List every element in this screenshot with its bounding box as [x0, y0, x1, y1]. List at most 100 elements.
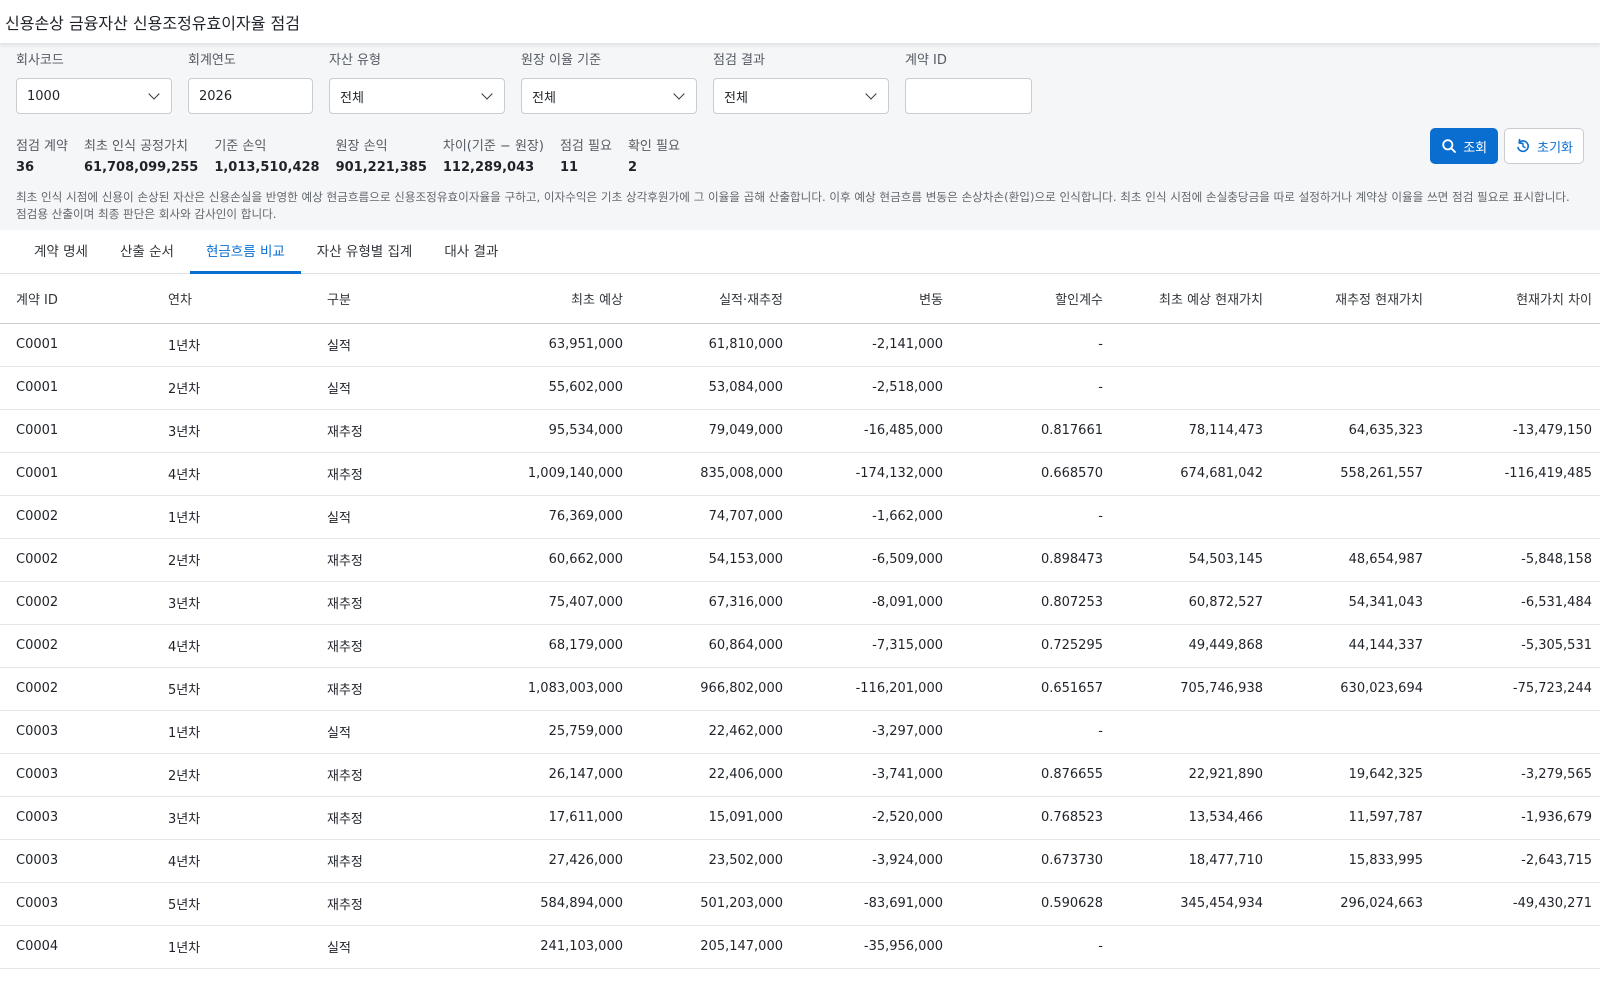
table-row[interactable]: C0003 3년차 재추정 17,611,000 15,091,000 -2,520,00…: [0, 796, 1600, 840]
col-change-cell: -2,520,000: [791, 796, 951, 840]
col-reestimate-pv-cell: 48,654,987: [1271, 538, 1431, 582]
table-row[interactable]: C0003 1년차 실적 25,759,000 22,462,000 -3,297,000…: [0, 710, 1600, 754]
col-discount-factor-cell: 0.817661: [951, 409, 1111, 453]
rate-basis-select-value: 전체: [532, 90, 556, 106]
filter-company: 회사코드 1000: [16, 52, 172, 114]
col-year-cell: 1년차: [152, 323, 311, 367]
year-input[interactable]: 2026: [188, 78, 313, 114]
description-note: 최초 인식 시점에 신용이 손상된 자산은 신용손실을 반영한 예상 현금흐름으…: [16, 190, 1570, 221]
col-actual-reestimate-cell: 53,084,000: [631, 366, 791, 410]
col-category-cell: 재추정: [311, 839, 471, 883]
table-row[interactable]: C0001 3년차 재추정 95,534,000 79,049,000 -16,485,0…: [0, 409, 1600, 453]
table-row[interactable]: C0002 4년차 재추정 68,179,000 60,864,000 -7,315,00…: [0, 624, 1600, 668]
filter-result-label: 점검 결과: [713, 53, 765, 68]
filter-result: 점검 결과 전체: [713, 52, 889, 114]
stat-difference: 차이(기준 − 원장) 112,289,043: [443, 138, 544, 175]
stat-value: 112,289,043: [442, 160, 535, 175]
contract-id-input[interactable]: [905, 78, 1032, 114]
table-row[interactable]: C0003 2년차 재추정 26,147,000 22,406,000 -3,741,00…: [0, 753, 1600, 797]
col-contract-id-cell: C0001: [0, 366, 152, 410]
col-category-cell: 실적: [311, 323, 471, 367]
col-contract-id-cell: C0004: [0, 925, 152, 969]
tab-contract-details[interactable]: 계약 명세: [18, 230, 104, 273]
col-initial-pv-cell: 705,746,938: [1111, 667, 1271, 711]
col-category-cell: 재추정: [311, 581, 471, 625]
col-year-header[interactable]: 연차: [152, 274, 311, 324]
col-category-cell: 재추정: [311, 667, 471, 711]
col-change-cell: -83,691,000: [791, 882, 951, 926]
col-category-header[interactable]: 구분: [311, 274, 471, 324]
stat-label: 확인 필요: [627, 139, 680, 154]
tab-asset-type-summary[interactable]: 자산 유형별 집계: [301, 230, 429, 273]
col-category-cell: 재추정: [311, 624, 471, 668]
col-change-cell: -7,315,000: [791, 624, 951, 668]
filter-rate-basis-label: 원장 이율 기준: [521, 53, 602, 68]
stat-label: 기준 손익: [214, 139, 267, 154]
table-body: C0001 1년차 실적 63,951,000 61,810,000 -2,141,000…: [0, 323, 1600, 969]
col-pv-difference-cell: [1431, 710, 1600, 754]
page-title: 신용손상 금융자산 신용조정유효이자율 점검: [5, 13, 300, 33]
col-actual-reestimate-header[interactable]: 실적·재추정: [631, 274, 791, 324]
table-row[interactable]: C0004 1년차 실적 241,103,000 205,147,000 -35,956,…: [0, 925, 1600, 969]
asset-type-select[interactable]: 전체: [329, 78, 505, 114]
tab-bar: 계약 명세 산출 순서 현금흐름 비교 자산 유형별 집계 대사 결과: [0, 230, 1600, 274]
col-initial-expected-cell: 17,611,000: [471, 796, 631, 840]
col-contract-id-header[interactable]: 계약 ID: [0, 274, 152, 324]
cashflow-table: 계약 ID 연차 구분 최초 예상 실적·재추정 변동 할인계수 최초 예상 현재가치 재추정 …: [0, 274, 1600, 969]
col-initial-expected-cell: 68,179,000: [471, 624, 631, 668]
table-row[interactable]: C0002 2년차 재추정 60,662,000 54,153,000 -6,509,00…: [0, 538, 1600, 582]
tab-cashflow-comparison[interactable]: 현금흐름 비교: [189, 230, 301, 274]
col-discount-factor-header[interactable]: 할인계수: [951, 274, 1111, 324]
col-initial-pv-header[interactable]: 최초 예상 현재가치: [1111, 274, 1271, 324]
col-initial-pv-cell: 78,114,473: [1111, 409, 1271, 453]
col-change-cell: -2,141,000: [791, 323, 951, 367]
table-row[interactable]: C0002 5년차 재추정 1,083,003,000 966,802,000 -116,…: [0, 667, 1600, 711]
table-row[interactable]: C0003 4년차 재추정 27,426,000 23,502,000 -3,924,00…: [0, 839, 1600, 883]
col-initial-expected-header[interactable]: 최초 예상: [471, 274, 631, 324]
col-pv-difference-cell: -5,848,158: [1431, 538, 1600, 582]
col-initial-pv-cell: 13,534,466: [1111, 796, 1271, 840]
col-change-cell: -3,924,000: [791, 839, 951, 883]
tab-reconciliation[interactable]: 대사 결과: [428, 230, 514, 273]
stat-value: 61,708,099,255: [83, 160, 199, 175]
col-discount-factor-cell: 0.673730: [951, 839, 1111, 883]
col-initial-pv-cell: [1111, 323, 1271, 367]
col-pv-difference-cell: [1431, 495, 1600, 539]
col-discount-factor-cell: -: [951, 323, 1111, 367]
col-initial-pv-cell: 54,503,145: [1111, 538, 1271, 582]
col-pv-difference-cell: -49,430,271: [1431, 882, 1600, 926]
table-row[interactable]: C0001 1년차 실적 63,951,000 61,810,000 -2,141,000…: [0, 323, 1600, 367]
tab-calculation-order[interactable]: 산출 순서: [104, 230, 190, 273]
search-button[interactable]: 조회: [1430, 128, 1499, 164]
stat-review-required: 점검 필요 11: [560, 138, 612, 175]
reset-button[interactable]: 초기화: [1504, 128, 1584, 164]
table-row[interactable]: C0001 4년차 재추정 1,009,140,000 835,008,000 -174,…: [0, 452, 1600, 496]
col-category-cell: 재추정: [311, 882, 471, 926]
company-select[interactable]: 1000: [16, 78, 172, 114]
table-row[interactable]: C0002 3년차 재추정 75,407,000 67,316,000 -8,091,00…: [0, 581, 1600, 625]
col-year-cell: 5년차: [152, 667, 311, 711]
table-row[interactable]: C0002 1년차 실적 76,369,000 74,707,000 -1,662,000…: [0, 495, 1600, 539]
table-row[interactable]: C0003 5년차 재추정 584,894,000 501,203,000 -83,691…: [0, 882, 1600, 926]
col-initial-expected-cell: 60,662,000: [471, 538, 631, 582]
col-actual-reestimate-cell: 79,049,000: [631, 409, 791, 453]
col-reestimate-pv-cell: 54,341,043: [1271, 581, 1431, 625]
col-contract-id-cell: C0003: [0, 882, 152, 926]
col-initial-pv-cell: 22,921,890: [1111, 753, 1271, 797]
col-reestimate-pv-cell: [1271, 925, 1431, 969]
reset-button-label: 초기화: [1537, 140, 1573, 156]
col-category-cell: 실적: [311, 925, 471, 969]
col-change-header[interactable]: 변동: [791, 274, 951, 324]
rate-basis-select[interactable]: 전체: [521, 78, 697, 114]
table-row[interactable]: C0001 2년차 실적 55,602,000 53,084,000 -2,518,000…: [0, 366, 1600, 410]
col-initial-expected-cell: 241,103,000: [471, 925, 631, 969]
result-select[interactable]: 전체: [713, 78, 889, 114]
col-pv-difference-header[interactable]: 현재가치 차이: [1431, 274, 1600, 324]
stat-initial-fair-value: 최초 인식 공정가치 61,708,099,255: [84, 138, 198, 175]
col-initial-expected-cell: 1,083,003,000: [471, 667, 631, 711]
col-year-cell: 3년차: [152, 409, 311, 453]
col-contract-id-cell: C0001: [0, 452, 152, 496]
col-contract-id-cell: C0001: [0, 323, 152, 367]
col-reestimate-pv-header[interactable]: 재추정 현재가치: [1271, 274, 1431, 324]
col-pv-difference-cell: -2,643,715: [1431, 839, 1600, 883]
